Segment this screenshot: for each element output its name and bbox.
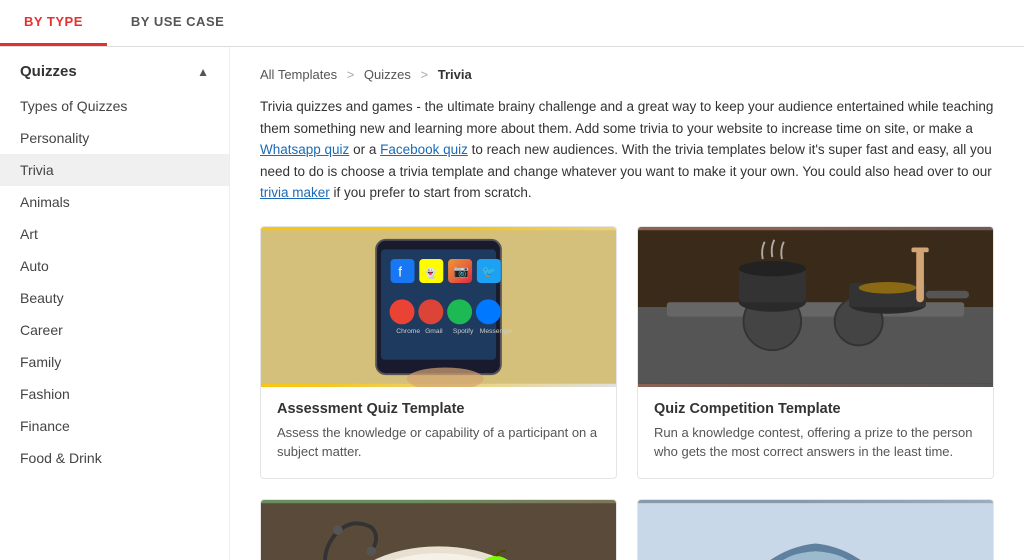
svg-text:📷: 📷 bbox=[454, 264, 470, 278]
card-auto-image bbox=[638, 500, 993, 560]
trivia-maker-link[interactable]: trivia maker bbox=[260, 185, 330, 200]
sidebar-item-auto[interactable]: Auto bbox=[0, 250, 229, 282]
sidebar-item-trivia[interactable]: Trivia bbox=[0, 154, 229, 186]
sidebar-item-fashion[interactable]: Fashion bbox=[0, 378, 229, 410]
breadcrumb-current: Trivia bbox=[438, 67, 472, 82]
top-navigation: BY TYPE BY USE CASE bbox=[0, 0, 1024, 47]
sidebar-item-beauty[interactable]: Beauty bbox=[0, 282, 229, 314]
svg-text:Messenger: Messenger bbox=[480, 328, 514, 335]
main-layout: Quizzes ▲ Types of Quizzes Personality T… bbox=[0, 47, 1024, 560]
card-health-image bbox=[261, 500, 616, 560]
sidebar-item-personality[interactable]: Personality bbox=[0, 122, 229, 154]
nav-by-use-case[interactable]: BY USE CASE bbox=[107, 0, 248, 46]
card-competition-image bbox=[638, 227, 993, 387]
card-assessment-description: Assess the knowledge or capability of a … bbox=[277, 423, 600, 462]
svg-text:Chrome: Chrome bbox=[396, 328, 420, 335]
card-competition-title: Quiz Competition Template bbox=[654, 401, 977, 417]
card-assessment[interactable]: f 👻 📷 🐦 bbox=[260, 226, 617, 479]
card-assessment-title: Assessment Quiz Template bbox=[277, 401, 600, 417]
sidebar-item-family[interactable]: Family bbox=[0, 346, 229, 378]
svg-text:🐦: 🐦 bbox=[482, 266, 496, 278]
chevron-up-icon: ▲ bbox=[197, 65, 209, 79]
nav-by-type[interactable]: BY TYPE bbox=[0, 0, 107, 46]
facebook-quiz-link[interactable]: Facebook quiz bbox=[380, 142, 468, 157]
sidebar-item-career[interactable]: Career bbox=[0, 314, 229, 346]
description-text-2: or a bbox=[353, 142, 380, 157]
whatsapp-quiz-link[interactable]: Whatsapp quiz bbox=[260, 142, 349, 157]
breadcrumb-sep-2: > bbox=[421, 67, 429, 82]
sidebar-section-label: Quizzes bbox=[20, 63, 77, 80]
svg-text:Spotify: Spotify bbox=[453, 328, 474, 335]
card-health[interactable]: Health Quiz Template Test health and wel… bbox=[260, 499, 617, 560]
sidebar-item-food-drink[interactable]: Food & Drink bbox=[0, 442, 229, 474]
card-assessment-body: Assessment Quiz Template Assess the know… bbox=[261, 387, 616, 478]
sidebar-item-art[interactable]: Art bbox=[0, 218, 229, 250]
breadcrumb-sep-1: > bbox=[347, 67, 355, 82]
breadcrumb-all-templates[interactable]: All Templates bbox=[260, 67, 337, 82]
description-text-1: Trivia quizzes and games - the ultimate … bbox=[260, 99, 993, 136]
svg-text:👻: 👻 bbox=[424, 266, 437, 279]
svg-text:Gmail: Gmail bbox=[425, 328, 443, 335]
description-text-4: if you prefer to start from scratch. bbox=[334, 185, 532, 200]
card-assessment-image: f 👻 📷 🐦 bbox=[261, 227, 616, 387]
card-competition-description: Run a knowledge contest, offering a priz… bbox=[654, 423, 977, 462]
cards-grid: f 👻 📷 🐦 bbox=[260, 226, 994, 560]
sidebar-section-quizzes[interactable]: Quizzes ▲ bbox=[0, 47, 229, 90]
card-competition[interactable]: Quiz Competition Template Run a knowledg… bbox=[637, 226, 994, 479]
breadcrumb: All Templates > Quizzes > Trivia bbox=[260, 67, 994, 82]
svg-text:f: f bbox=[398, 264, 402, 279]
sidebar: Quizzes ▲ Types of Quizzes Personality T… bbox=[0, 47, 230, 560]
breadcrumb-quizzes[interactable]: Quizzes bbox=[364, 67, 411, 82]
page-description: Trivia quizzes and games - the ultimate … bbox=[260, 96, 994, 204]
card-auto[interactable]: Auto Quiz Template Challenge car enthusi… bbox=[637, 499, 994, 560]
content-area: All Templates > Quizzes > Trivia Trivia … bbox=[230, 47, 1024, 560]
sidebar-item-types-of-quizzes[interactable]: Types of Quizzes bbox=[0, 90, 229, 122]
sidebar-item-finance[interactable]: Finance bbox=[0, 410, 229, 442]
card-competition-body: Quiz Competition Template Run a knowledg… bbox=[638, 387, 993, 478]
sidebar-item-animals[interactable]: Animals bbox=[0, 186, 229, 218]
